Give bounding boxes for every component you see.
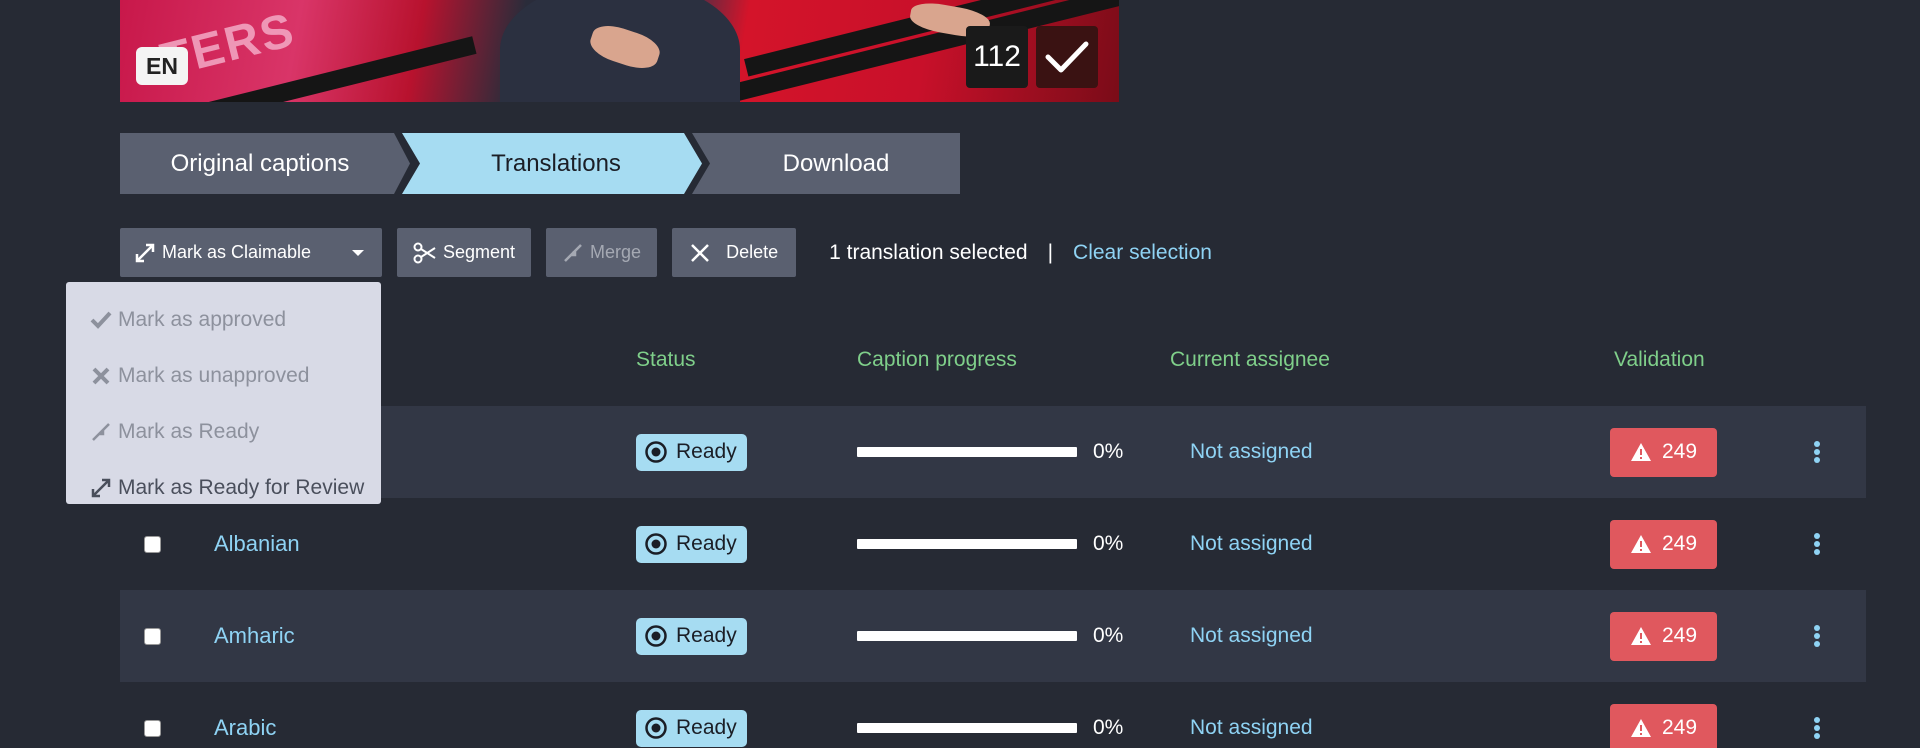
- row-checkbox[interactable]: [144, 719, 161, 737]
- merge-button[interactable]: Merge: [546, 228, 658, 277]
- merge-label: Merge: [590, 242, 642, 262]
- menu-item-mark-approved[interactable]: Mark as approved: [66, 292, 381, 348]
- step-translations[interactable]: Translations: [402, 133, 702, 194]
- status-badge: Ready: [636, 433, 747, 471]
- expand-icon: [86, 477, 116, 499]
- video-thumbnail: TERS EN 112: [120, 0, 1119, 102]
- validation-badge[interactable]: 249: [1610, 427, 1717, 477]
- check-icon: [86, 311, 116, 329]
- status-badge: Ready: [636, 617, 747, 655]
- caption-count: 112: [966, 26, 1028, 88]
- toolbar: Mark as Claimable Segment Merge Delete 1…: [120, 228, 1212, 277]
- menu-item-label: Mark as unapproved: [118, 364, 310, 387]
- more-options-icon[interactable]: [1813, 682, 1821, 748]
- step-download[interactable]: Download: [692, 133, 960, 194]
- table-row[interactable]: Ready 0% Not assigned 249: [120, 406, 1866, 498]
- mark-as-claimable-button[interactable]: Mark as Claimable: [120, 228, 382, 277]
- approved-check-icon: [1036, 26, 1098, 88]
- segment-label: Segment: [443, 242, 516, 262]
- compress-icon: [564, 243, 582, 262]
- table-row[interactable]: Amharic Ready 0% Not assigned 249: [120, 590, 1866, 682]
- menu-item-mark-ready[interactable]: Mark as Ready: [66, 404, 381, 460]
- assignee-link[interactable]: Not assigned: [1190, 590, 1313, 682]
- warning-icon: [1630, 719, 1651, 737]
- validation-badge[interactable]: 249: [1610, 519, 1717, 569]
- progress-bar: [857, 539, 1077, 549]
- close-icon: [691, 243, 709, 262]
- step-original-captions[interactable]: Original captions: [120, 133, 410, 194]
- more-options-icon[interactable]: [1813, 498, 1821, 590]
- target-icon: [645, 625, 667, 647]
- column-header-progress[interactable]: Caption progress: [857, 348, 1017, 372]
- language-link[interactable]: Amharic: [214, 590, 295, 682]
- scissors-icon: [413, 242, 436, 263]
- warning-icon: [1630, 535, 1651, 553]
- validation-badge[interactable]: 249: [1610, 611, 1717, 661]
- claim-label: Mark as Claimable: [162, 242, 312, 262]
- progress-percent: 0%: [1093, 624, 1124, 647]
- menu-item-mark-ready-for-review[interactable]: Mark as Ready for Review: [66, 460, 381, 516]
- status-badge: Ready: [636, 525, 747, 563]
- warning-icon: [1630, 443, 1651, 461]
- table-row[interactable]: Arabic Ready 0% Not assigned 249: [120, 682, 1866, 748]
- column-header-validation[interactable]: Validation: [1614, 348, 1705, 372]
- status-badge: Ready: [636, 709, 747, 747]
- assignee-link[interactable]: Not assigned: [1190, 498, 1313, 590]
- progress-percent: 0%: [1093, 440, 1124, 463]
- menu-item-label: Mark as Ready for Review: [118, 476, 365, 499]
- x-icon: [86, 367, 116, 385]
- assignee-link[interactable]: Not assigned: [1190, 682, 1313, 748]
- validation-badge[interactable]: 249: [1610, 703, 1717, 748]
- row-checkbox[interactable]: [144, 627, 161, 645]
- workflow-steps: Original captions Download Translations: [120, 133, 960, 194]
- table-row[interactable]: Albanian Ready 0% Not assigned 249: [120, 498, 1866, 590]
- column-header-assignee[interactable]: Current assignee: [1170, 348, 1330, 372]
- target-icon: [645, 533, 667, 555]
- clear-selection-link[interactable]: Clear selection: [1073, 241, 1212, 265]
- delete-button[interactable]: Delete: [672, 228, 797, 277]
- menu-item-label: Mark as Ready: [118, 420, 260, 443]
- selection-count: 1 translation selected: [829, 240, 1028, 264]
- delete-label: Delete: [726, 242, 779, 262]
- target-icon: [645, 441, 667, 463]
- expand-icon: [135, 243, 155, 262]
- progress-bar: [857, 447, 1077, 457]
- selection-separator: |: [1047, 240, 1054, 264]
- column-header-status[interactable]: Status: [636, 348, 696, 372]
- progress-bar: [857, 723, 1077, 733]
- language-badge: EN: [136, 47, 188, 85]
- progress-percent: 0%: [1093, 532, 1124, 555]
- more-options-icon[interactable]: [1813, 406, 1821, 498]
- chevron-down-icon[interactable]: [340, 228, 382, 277]
- menu-item-mark-unapproved[interactable]: Mark as unapproved: [66, 348, 381, 404]
- progress-percent: 0%: [1093, 716, 1124, 739]
- warning-icon: [1630, 627, 1651, 645]
- row-checkbox[interactable]: [144, 535, 161, 553]
- assignee-link[interactable]: Not assigned: [1190, 406, 1313, 498]
- more-options-icon[interactable]: [1813, 590, 1821, 682]
- compress-icon: [86, 421, 116, 443]
- claimable-dropdown-menu: Mark as approved Mark as unapproved Mark…: [66, 282, 381, 504]
- progress-bar: [857, 631, 1077, 641]
- target-icon: [645, 717, 667, 739]
- menu-item-label: Mark as approved: [118, 308, 287, 331]
- language-link[interactable]: Arabic: [214, 682, 276, 748]
- segment-button[interactable]: Segment: [397, 228, 532, 277]
